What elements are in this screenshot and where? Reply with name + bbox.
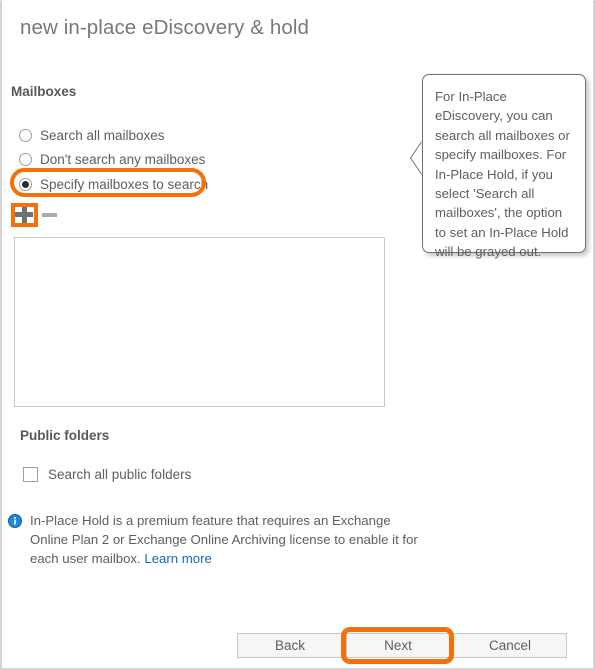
- radio-option-dont-search-any-mailboxes[interactable]: Don't search any mailboxes: [19, 150, 205, 168]
- mailboxes-section-heading: Mailboxes: [11, 84, 77, 99]
- info-icon: [8, 514, 22, 528]
- next-button[interactable]: Next: [346, 633, 450, 658]
- radio-option-label: Specify mailboxes to search: [40, 176, 209, 192]
- info-note-text: In-Place Hold is a premium feature that …: [30, 511, 422, 568]
- radio-option-specify-mailboxes-to-search[interactable]: Specify mailboxes to search: [19, 175, 208, 193]
- info-note-body: In-Place Hold is a premium feature that …: [30, 513, 418, 566]
- radio-icon-selected[interactable]: [19, 177, 32, 191]
- mailbox-list-toolbar: [15, 206, 57, 224]
- page-title: new in-place eDiscovery & hold: [20, 16, 309, 39]
- checkbox-search-all-public-folders[interactable]: Search all public folders: [23, 467, 191, 482]
- radio-icon[interactable]: [19, 152, 32, 166]
- learn-more-link[interactable]: Learn more: [144, 551, 211, 566]
- ediscovery-wizard-window: new in-place eDiscovery & hold Mailboxes…: [0, 0, 595, 670]
- radio-icon[interactable]: [19, 128, 32, 142]
- minus-icon: [42, 213, 57, 217]
- checkbox-icon[interactable]: [23, 467, 38, 482]
- info-note: In-Place Hold is a premium feature that …: [8, 511, 422, 568]
- mailbox-list-box[interactable]: [14, 237, 385, 407]
- checkbox-label: Search all public folders: [48, 467, 192, 482]
- back-button[interactable]: Back: [237, 633, 343, 658]
- plus-icon[interactable]: [15, 206, 33, 224]
- callout-tooltip-text: For In-Place eDiscovery, you can search …: [435, 89, 570, 260]
- radio-option-label: Search all mailboxes: [40, 127, 165, 143]
- callout-tooltip: For In-Place eDiscovery, you can search …: [422, 74, 586, 259]
- public-folders-section-heading: Public folders: [20, 428, 110, 443]
- radio-option-label: Don't search any mailboxes: [40, 151, 206, 167]
- radio-option-search-all-mailboxes[interactable]: Search all mailboxes: [19, 126, 165, 144]
- cancel-button[interactable]: Cancel: [453, 633, 567, 658]
